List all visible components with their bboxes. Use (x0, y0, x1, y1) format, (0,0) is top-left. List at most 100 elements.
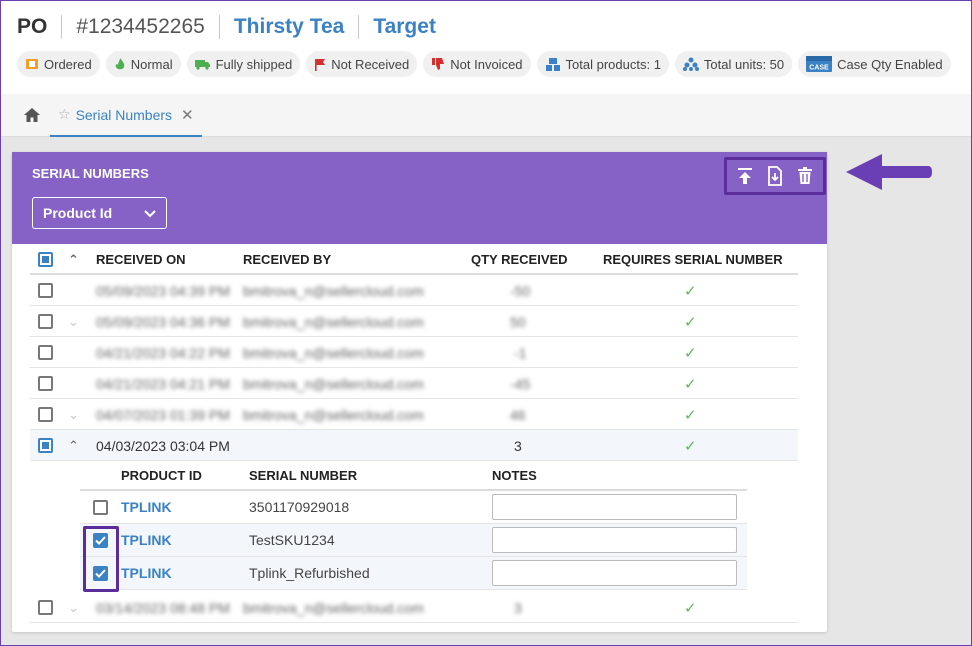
received-on: 03/14/2023 08:48 PM (96, 599, 230, 616)
received-on: 04/21/2023 04:22 PM (96, 344, 230, 361)
chevron-down-icon[interactable]: ⌄ (68, 407, 79, 423)
serial-row[interactable]: TPLINK Tplink_Refurbished (80, 557, 747, 590)
chevron-up-icon[interactable]: ⌃ (68, 438, 79, 454)
table-row[interactable]: ⌄ 04/07/2023 01:39 PM bmitrova_n@sellerc… (30, 399, 798, 430)
qty-received: -45 (510, 375, 531, 392)
panel-header: SERIAL NUMBERS Product Id (12, 152, 827, 244)
po-header: PO #1234452265 Thirsty Tea Target Ordere… (0, 0, 972, 94)
chevron-down-icon (144, 205, 156, 221)
chevron-down-icon[interactable]: ⌄ (68, 314, 79, 330)
trash-icon[interactable] (795, 165, 815, 187)
thumbs-down-icon (431, 57, 445, 71)
title-divider (358, 15, 360, 39)
serial-checkbox[interactable] (93, 499, 108, 515)
check-icon: ✓ (684, 282, 697, 300)
badge-ordered: Ordered (17, 51, 100, 77)
serial-checkbox[interactable] (93, 532, 108, 548)
units-icon (682, 57, 699, 71)
badge-priority: Normal (105, 51, 181, 77)
badge-label: Not Invoiced (450, 56, 523, 72)
col-product-id[interactable]: PRODUCT ID (121, 462, 202, 489)
serial-row[interactable]: TPLINK TestSKU1234 (80, 524, 747, 557)
received-on: 04/07/2023 01:39 PM (96, 406, 230, 423)
badge-label: Not Received (331, 56, 410, 72)
check-icon: ✓ (684, 375, 697, 393)
col-requires-serial[interactable]: REQUIRES SERIAL NUMBER (603, 244, 783, 275)
col-received-on[interactable]: RECEIVED ON (96, 244, 186, 275)
check-icon: ✓ (684, 313, 697, 331)
received-on: 05/09/2023 04:36 PM (96, 313, 230, 330)
flag-icon (314, 58, 326, 71)
badge-received: Not Received (306, 51, 418, 77)
table-row-expanded[interactable]: ⌃ 04/03/2023 03:04 PM 3 ✓ (30, 430, 798, 461)
serial-row[interactable]: TPLINK 3501170929018 (80, 491, 747, 524)
badge-invoiced: Not Invoiced (423, 51, 531, 77)
received-on: 04/21/2023 04:21 PM (96, 375, 230, 392)
check-icon: ✓ (684, 344, 697, 362)
col-notes[interactable]: NOTES (492, 462, 537, 489)
check-icon: ✓ (684, 437, 697, 455)
panel-actions (724, 157, 826, 195)
row-checkbox[interactable] (38, 314, 53, 329)
badge-total-units: Total units: 50 (674, 51, 793, 77)
star-icon[interactable]: ☆ (58, 106, 71, 123)
serial-subtable: PRODUCT ID SERIAL NUMBER NOTES TPLINK 35… (80, 462, 747, 590)
row-checkbox[interactable] (38, 345, 53, 360)
row-checkbox[interactable] (38, 438, 53, 453)
warehouse-link[interactable]: Target (373, 15, 436, 39)
badge-label: Normal (130, 56, 173, 72)
received-by: bmitrova_n@sellercloud.com (243, 282, 424, 299)
products-icon (545, 57, 561, 72)
col-qty-received[interactable]: QTY RECEIVED (471, 244, 568, 275)
title-divider (61, 15, 63, 39)
row-checkbox[interactable] (38, 407, 53, 422)
received-table: ⌃ RECEIVED ON RECEIVED BY QTY RECEIVED R… (30, 244, 798, 461)
product-id-link[interactable]: TPLINK (121, 491, 172, 523)
table-row[interactable]: ⌄ 03/14/2023 08:48 PM bmitrova_n@sellerc… (30, 592, 798, 623)
badge-shipping: Fully shipped (186, 51, 301, 77)
qty-received: -50 (510, 282, 531, 299)
badge-label: Case Qty Enabled (837, 56, 943, 72)
vendor-link[interactable]: Thirsty Tea (234, 15, 344, 39)
panel-title: SERIAL NUMBERS (32, 166, 149, 181)
notes-input[interactable] (492, 494, 737, 520)
badge-case-qty: CASE Case Qty Enabled (798, 51, 951, 77)
received-table-tail: ⌄ 03/14/2023 08:48 PM bmitrova_n@sellerc… (30, 592, 798, 623)
table-row[interactable]: ⌄ 05/09/2023 04:36 PM bmitrova_n@sellerc… (30, 306, 798, 337)
close-icon[interactable]: ✕ (181, 106, 194, 124)
received-by: bmitrova_n@sellercloud.com (243, 313, 424, 330)
group-by-dropdown[interactable]: Product Id (32, 197, 167, 229)
received-by: bmitrova_n@sellercloud.com (243, 344, 424, 361)
notes-input[interactable] (492, 527, 737, 553)
serial-number: 3501170929018 (249, 499, 350, 515)
tab-serial-numbers[interactable]: ☆ Serial Numbers ✕ (50, 94, 202, 137)
row-checkbox[interactable] (38, 600, 53, 615)
box-icon (25, 58, 39, 70)
col-serial-number[interactable]: SERIAL NUMBER (249, 462, 357, 489)
po-label: PO (17, 15, 48, 38)
serial-checkbox[interactable] (93, 565, 108, 581)
upload-icon[interactable] (735, 165, 755, 187)
check-icon: ✓ (684, 599, 697, 617)
po-number: #1234452265 (76, 15, 205, 38)
serial-number: TestSKU1234 (249, 532, 335, 548)
product-id-link[interactable]: TPLINK (121, 524, 172, 556)
table-row[interactable]: 04/21/2023 04:22 PM bmitrova_n@sellerclo… (30, 337, 798, 368)
col-received-by[interactable]: RECEIVED BY (243, 244, 331, 275)
received-on: 04/03/2023 03:04 PM (96, 437, 230, 454)
product-id-link[interactable]: TPLINK (121, 557, 172, 589)
select-all-checkbox[interactable] (38, 252, 53, 267)
tab-label: Serial Numbers (75, 106, 173, 123)
row-checkbox[interactable] (38, 376, 53, 391)
row-checkbox[interactable] (38, 283, 53, 298)
svg-text:CASE: CASE (809, 65, 829, 72)
title-divider (218, 15, 220, 39)
home-icon[interactable] (21, 104, 43, 126)
chevron-down-icon[interactable]: ⌄ (68, 600, 79, 616)
table-row[interactable]: 05/09/2023 04:39 PM bmitrova_n@sellerclo… (30, 275, 798, 306)
notes-input[interactable] (492, 560, 737, 586)
badge-label: Ordered (44, 56, 92, 72)
import-file-icon[interactable] (765, 165, 785, 187)
table-row[interactable]: 04/21/2023 04:21 PM bmitrova_n@sellerclo… (30, 368, 798, 399)
chevron-up-icon[interactable]: ⌃ (68, 252, 79, 268)
